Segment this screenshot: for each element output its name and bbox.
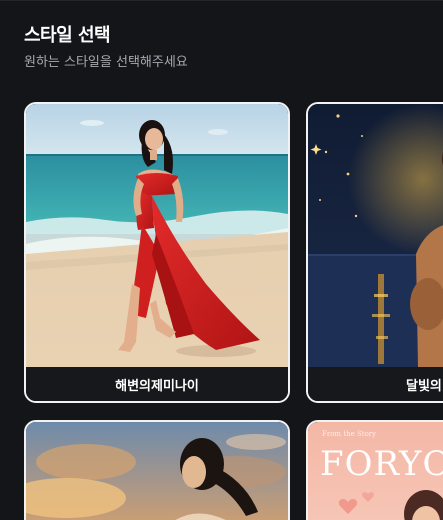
page-title: 스타일 선택 (24, 25, 111, 46)
cover-title: FORYOU (320, 444, 443, 484)
style-label: 해변의제미나이 (26, 367, 288, 401)
style-thumbnail-beach (26, 104, 288, 367)
style-selection-screen: 스타일 선택 원하는 스타일을 선택해주세요 해변의제미나이 달빛의 From … (0, 0, 443, 520)
style-thumbnail-foryou: From the Story FORYOU (308, 422, 443, 520)
style-card-moonlight[interactable]: 달빛의 (306, 102, 443, 403)
style-card-foryou[interactable]: From the Story FORYOU (306, 420, 443, 520)
style-card-beach[interactable]: 해변의제미나이 (24, 102, 290, 403)
top-divider (0, 0, 443, 1)
cover-small-text: From the Story (322, 430, 377, 438)
style-thumbnail-moonlight (308, 104, 443, 367)
style-label: 달빛의 (308, 367, 443, 401)
style-card-sunset[interactable] (24, 420, 290, 520)
style-thumbnail-sunset (26, 422, 288, 520)
page-subtitle: 원하는 스타일을 선택해주세요 (24, 55, 188, 70)
